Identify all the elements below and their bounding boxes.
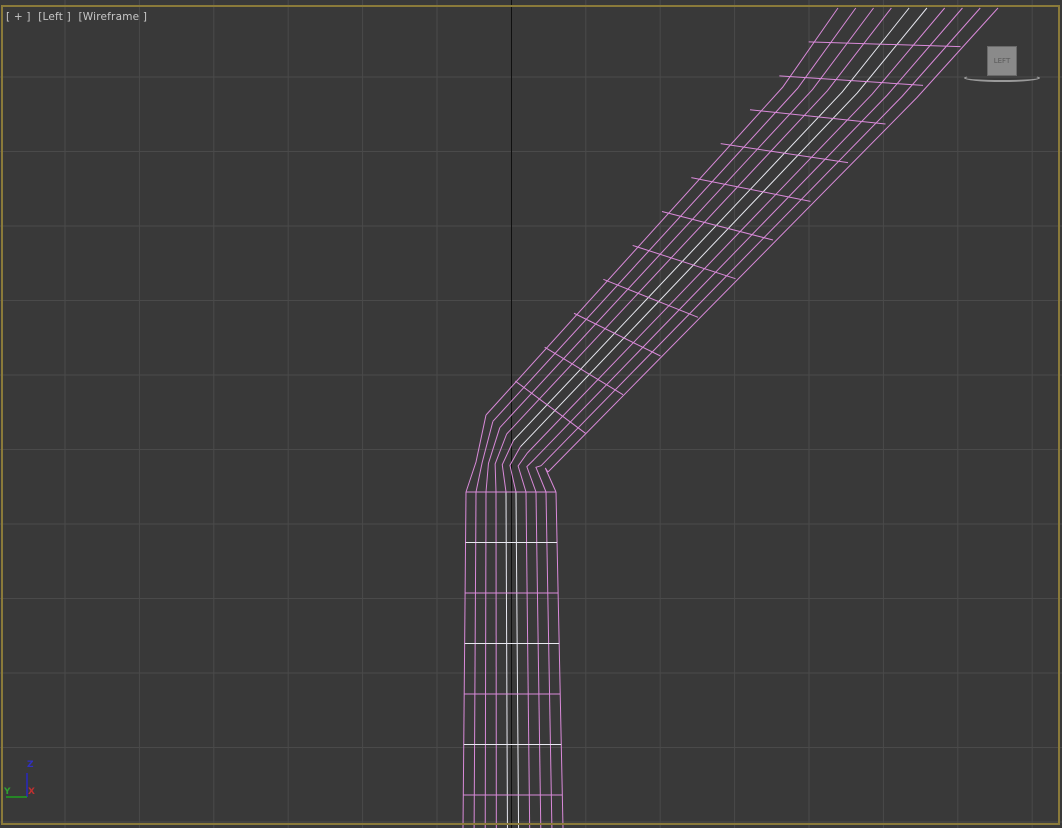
mesh-edge bbox=[485, 427, 501, 493]
mesh-edge bbox=[535, 465, 547, 493]
viewport-general-menu[interactable]: [ + ] bbox=[6, 11, 31, 23]
mesh-ring bbox=[603, 278, 699, 318]
axis-tripod-y-label: Y bbox=[4, 787, 11, 797]
mesh-edge bbox=[544, 467, 557, 493]
mesh-edge bbox=[517, 452, 528, 493]
mesh-ring bbox=[808, 41, 961, 48]
axis-tripod-x-label: X bbox=[28, 787, 35, 797]
mesh-ring bbox=[632, 244, 736, 280]
mesh-edge bbox=[465, 414, 487, 493]
viewport-label-menu: [ + ] [Left ] [Wireframe ] bbox=[6, 11, 151, 23]
mesh-ring bbox=[573, 312, 661, 357]
mesh-ring bbox=[691, 177, 811, 202]
viewport-shading-menu[interactable]: [Wireframe ] bbox=[78, 11, 147, 23]
viewport-point-of-view-menu[interactable]: [Left ] bbox=[38, 11, 71, 23]
mesh-ring bbox=[544, 346, 624, 396]
viewcube[interactable]: LEFT bbox=[987, 46, 1017, 76]
axis-tripod-z-label: Z bbox=[27, 760, 34, 770]
mesh-ring bbox=[749, 109, 886, 125]
viewport-canvas[interactable] bbox=[0, 0, 1062, 828]
mesh-edge bbox=[526, 458, 537, 493]
mesh-ring bbox=[720, 143, 849, 164]
viewport-left-wireframe[interactable]: [ + ] [Left ] [Wireframe ] LEFT Z X Y bbox=[0, 0, 1062, 828]
viewcube-face-label: LEFT bbox=[993, 57, 1011, 65]
